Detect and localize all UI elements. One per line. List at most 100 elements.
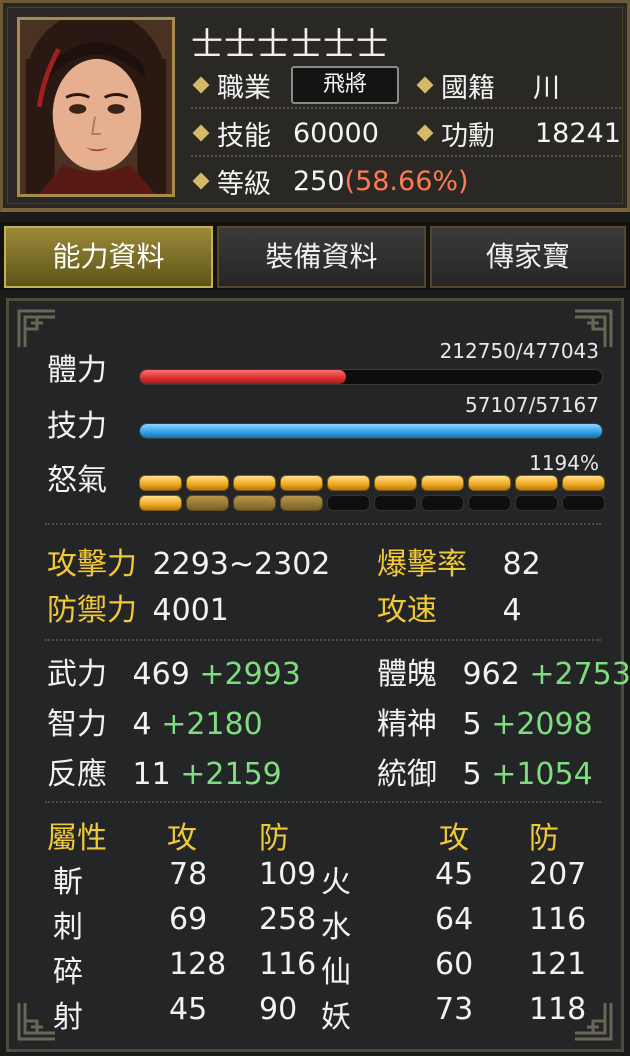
nation-value: 川 <box>533 72 560 104</box>
divider <box>45 639 601 641</box>
job-value-box: 飛將 <box>291 66 399 104</box>
reaction-bonus: +2159 <box>180 757 282 792</box>
hp-bar <box>139 369 603 385</box>
merit-row: 功勳 18241 <box>415 111 621 155</box>
attribute-cell-def: 258 <box>259 902 317 937</box>
rage-segment <box>468 495 511 511</box>
character-portrait[interactable] <box>17 17 175 197</box>
crit-label: 爆擊率 <box>377 547 467 582</box>
rage-segment <box>421 495 464 511</box>
attribute-cell-name: 刺 <box>53 910 83 945</box>
nation-label: 國籍 <box>441 72 495 104</box>
attack-column-header-2: 攻 <box>439 821 469 856</box>
spirit-label: 精神 <box>377 707 437 742</box>
diamond-bullet-icon <box>192 124 210 142</box>
tab-heirloom[interactable]: 傳家寶 <box>430 226 626 288</box>
level-row: 等級 250 (58.66%) <box>191 159 469 203</box>
ability-panel: 體力 212750/477043 技力 57107/57167 怒氣 1194%… <box>6 298 630 1052</box>
command-value: 5 <box>462 757 482 792</box>
rage-segment <box>139 495 182 511</box>
tab-bar: 能力資料 裝備資料 傳家寶 <box>0 222 630 290</box>
reaction-value: 11 <box>132 757 171 792</box>
job-row: 職業 飛將 <box>191 63 399 107</box>
command-stat: 統御 5 +1054 <box>377 749 593 793</box>
divider <box>45 523 601 525</box>
attribute-cell-atk2: 64 <box>435 902 474 937</box>
attack-stat: 攻擊力 2293~2302 <box>47 539 330 583</box>
mp-bar <box>139 423 603 439</box>
skill-value: 60000 <box>293 117 379 149</box>
reaction-stat: 反應 11 +2159 <box>47 749 282 793</box>
attack-label: 攻擊力 <box>47 547 137 582</box>
job-label: 職業 <box>217 72 271 104</box>
constitution-label: 體魄 <box>377 657 437 692</box>
command-bonus: +1054 <box>491 757 593 792</box>
merit-label: 功勳 <box>441 120 495 152</box>
mp-label: 技力 <box>47 409 107 444</box>
attribute-cell-def2: 207 <box>529 857 587 892</box>
intelligence-label: 智力 <box>47 707 107 742</box>
intelligence-bonus: +2180 <box>161 707 263 742</box>
rage-row <box>139 475 605 491</box>
defense-column-header: 防 <box>259 821 289 856</box>
hp-bar-fill <box>140 370 347 384</box>
rage-segment <box>374 495 417 511</box>
attribute-cell-name2: 妖 <box>321 1000 351 1035</box>
attribute-cell-atk2: 45 <box>435 857 474 892</box>
tab-ability[interactable]: 能力資料 <box>4 226 213 288</box>
attribute-cell-def2: 116 <box>529 902 587 937</box>
divider <box>45 801 601 803</box>
hp-value: 212750/477043 <box>439 339 599 363</box>
attack-value: 2293~2302 <box>152 547 331 582</box>
corner-ornament-icon <box>17 309 57 349</box>
attribute-cell-atk: 128 <box>169 947 227 982</box>
attribute-header: 屬性 <box>47 821 107 856</box>
attack-column-header: 攻 <box>167 821 197 856</box>
divider <box>191 155 621 157</box>
constitution-value: 962 <box>462 657 520 692</box>
spirit-bonus: +2098 <box>491 707 593 742</box>
constitution-stat: 體魄 962 +2753 <box>377 649 630 693</box>
tab-equipment[interactable]: 裝備資料 <box>217 226 426 288</box>
attribute-cell-atk2: 73 <box>435 992 474 1027</box>
portrait-image <box>20 20 172 194</box>
attribute-cell-atk2: 60 <box>435 947 474 982</box>
skill-label: 技能 <box>217 120 271 152</box>
defense-label: 防禦力 <box>47 593 137 628</box>
level-label: 等級 <box>217 168 271 200</box>
strength-bonus: +2993 <box>199 657 301 692</box>
rage-segment <box>421 475 464 491</box>
strength-value: 469 <box>132 657 190 692</box>
attribute-cell-name: 碎 <box>53 955 83 990</box>
mp-bar-fill <box>140 424 602 438</box>
crit-value: 82 <box>502 547 541 582</box>
merit-value: 18241 <box>535 117 621 149</box>
rage-segment <box>280 475 323 491</box>
character-header: 士士士士士士 職業 飛將 國籍 川 技能 60000 功勳 18241 等級 2… <box>0 0 630 212</box>
diamond-bullet-icon <box>416 124 434 142</box>
rage-segment <box>186 495 229 511</box>
skill-row: 技能 60000 <box>191 111 379 155</box>
rage-segment <box>374 475 417 491</box>
rage-segment <box>515 475 558 491</box>
diamond-bullet-icon <box>192 172 210 190</box>
command-label: 統御 <box>377 757 437 792</box>
diamond-bullet-icon <box>192 76 210 94</box>
rage-segment <box>233 475 276 491</box>
defense-stat: 防禦力 4001 <box>47 585 229 629</box>
mp-value: 57107/57167 <box>465 393 599 417</box>
rage-row <box>139 495 605 511</box>
rage-segment <box>233 495 276 511</box>
intelligence-value: 4 <box>132 707 152 742</box>
defense-value: 4001 <box>152 593 229 628</box>
nation-row: 國籍 川 <box>415 63 560 107</box>
rage-segment <box>280 495 323 511</box>
rage-gauge <box>139 475 605 515</box>
rage-segment <box>562 495 605 511</box>
rage-segment <box>515 495 558 511</box>
rage-value: 1194% <box>529 451 599 475</box>
reaction-label: 反應 <box>47 757 107 792</box>
attribute-cell-def2: 121 <box>529 947 587 982</box>
attribute-cell-atk: 45 <box>169 992 208 1027</box>
rage-segment <box>139 475 182 491</box>
